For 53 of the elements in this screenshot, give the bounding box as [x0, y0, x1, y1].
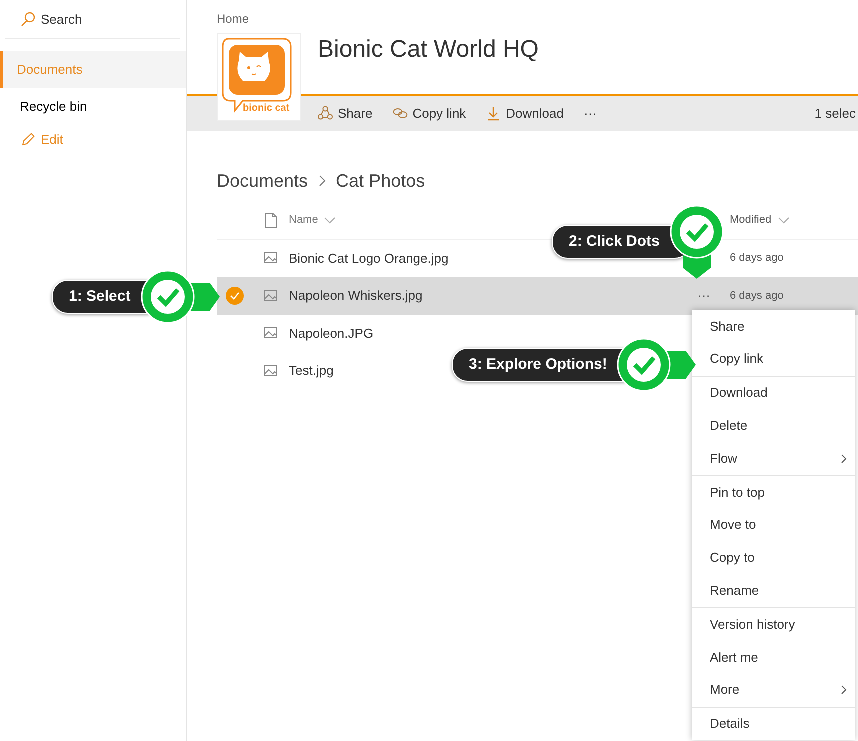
- check-marker-icon: [668, 204, 725, 280]
- current-folder: Cat Photos: [336, 170, 426, 192]
- sidebar-item[interactable]: Recycle bin: [0, 88, 186, 126]
- search-field[interactable]: Search: [41, 10, 82, 30]
- download-icon: [486, 106, 502, 121]
- image-icon: [264, 327, 278, 340]
- checkmark-icon: [230, 292, 240, 300]
- menu-item[interactable]: Version history: [692, 608, 855, 641]
- menu-item[interactable]: Move to: [692, 508, 855, 542]
- check-marker-icon: [140, 269, 220, 325]
- image-icon: [264, 290, 278, 302]
- selection-status: 1 selec: [814, 104, 856, 123]
- menu-item[interactable]: Download: [692, 376, 855, 410]
- file-icon: [265, 212, 277, 228]
- menu-item[interactable]: Share: [692, 310, 855, 343]
- file-name[interactable]: Napoleon Whiskers.jpg: [289, 286, 423, 306]
- toolbar-button[interactable]: Copy link: [392, 102, 466, 126]
- menu-item[interactable]: Pin to top: [692, 476, 855, 509]
- toolbar-button[interactable]: Share: [318, 102, 373, 126]
- logo-text: bionic cat: [243, 103, 290, 115]
- share-icon: [318, 106, 333, 121]
- image-icon: [264, 252, 278, 264]
- check-marker-icon: [616, 337, 696, 393]
- toolbar-button[interactable]: Download: [486, 102, 564, 126]
- menu-item[interactable]: Details: [692, 708, 855, 740]
- more-button[interactable]: ···: [584, 102, 597, 126]
- file-name[interactable]: Bionic Cat Logo Orange.jpg: [289, 248, 449, 268]
- search-icon: [21, 12, 35, 28]
- breadcrumb-link[interactable]: Documents: [217, 168, 308, 194]
- modified-date: 6 days ago: [730, 288, 784, 304]
- link-icon: [392, 106, 408, 121]
- pencil-icon: [22, 132, 35, 146]
- chevron-down-icon: [778, 216, 790, 224]
- menu-item[interactable]: More: [692, 674, 855, 707]
- chevron-down-icon: [324, 216, 336, 224]
- menu-item[interactable]: Rename: [692, 574, 855, 608]
- chevron-right-icon: [318, 175, 326, 187]
- modified-date: 6 days ago: [730, 251, 784, 266]
- image-icon: [264, 364, 278, 377]
- site-title: Bionic Cat World HQ: [318, 35, 540, 65]
- menu-item[interactable]: Flow: [692, 442, 855, 475]
- menu-item[interactable]: Alert me: [692, 640, 855, 674]
- column-header[interactable]: Name: [289, 212, 336, 228]
- menu-item[interactable]: Delete: [692, 409, 855, 442]
- menu-item[interactable]: Copy link: [692, 342, 855, 376]
- more-button[interactable]: ···: [698, 286, 710, 306]
- file-name[interactable]: Test.jpg: [289, 361, 334, 380]
- column-header[interactable]: Modified: [730, 212, 790, 228]
- selected-row[interactable]: Napoleon Whiskers.jpg ··· 6 days ago: [217, 277, 858, 314]
- checkbox[interactable]: [226, 286, 244, 305]
- file-name[interactable]: Napoleon.JPG: [289, 324, 374, 343]
- menu-item[interactable]: Copy to: [692, 542, 855, 574]
- breadcrumb-link[interactable]: Home: [187, 0, 858, 30]
